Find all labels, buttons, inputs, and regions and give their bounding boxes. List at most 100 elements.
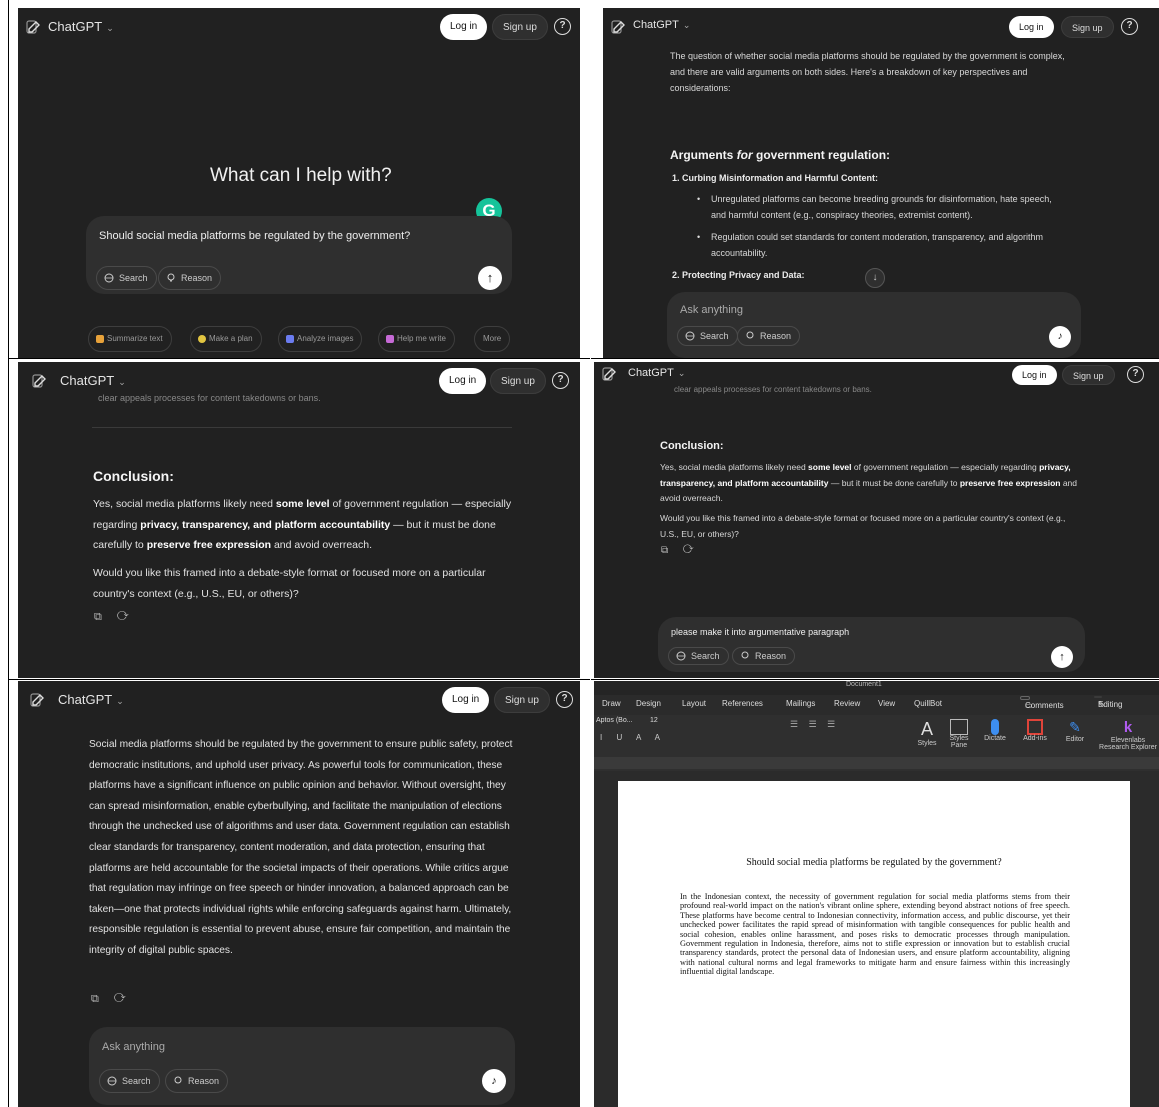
panel-chat-home: ChatGPT ⌄ Log in Sign up ? What can I hel… xyxy=(18,8,580,358)
model-selector[interactable]: ChatGPT ⌄ xyxy=(633,19,690,31)
suggestion-more[interactable]: More xyxy=(474,326,511,352)
followup-question: Would you like this framed into a debate… xyxy=(660,513,1066,539)
editor-button[interactable]: ✎ Editor xyxy=(1060,719,1090,743)
help-icon[interactable]: ? xyxy=(554,18,571,35)
top-bar: ChatGPT ⌄ Log in Sign up ? xyxy=(603,8,1159,48)
formatting-icons[interactable]: I U A A xyxy=(600,733,666,742)
styles-pane-button[interactable]: Styles Pane xyxy=(944,719,974,749)
search-button[interactable]: Search xyxy=(99,1069,160,1093)
new-chat-icon[interactable] xyxy=(32,373,48,389)
cut-off-line: clear appeals processes for content take… xyxy=(98,393,321,403)
composer-input[interactable]: Ask anything xyxy=(680,304,743,316)
suggestion-analyze-images[interactable]: Analyze images xyxy=(278,326,363,352)
editing-button[interactable]: ✎ Editing xyxy=(1094,696,1122,709)
answer-intro: The question of whether social media pla… xyxy=(670,51,1065,93)
send-button[interactable]: ↑ xyxy=(1051,646,1073,668)
tab-quillbot[interactable]: QuillBot xyxy=(914,699,942,708)
composer-input[interactable]: Should social media platforms be regulat… xyxy=(99,230,410,242)
styles-icon: A xyxy=(920,719,933,739)
signup-button[interactable]: Sign up xyxy=(490,368,546,394)
research-explorer-icon: k xyxy=(1123,719,1133,736)
research-explorer-button[interactable]: k Elevenlabs Research Explorer xyxy=(1099,719,1157,751)
grid-line xyxy=(590,0,591,1107)
tab-design[interactable]: Design xyxy=(636,699,661,708)
screenshot-grid: ChatGPT ⌄ Log in Sign up ? What can I hel… xyxy=(0,0,1159,1107)
addins-button[interactable]: Add-ins xyxy=(1018,719,1052,742)
reason-button[interactable]: Reason xyxy=(165,1069,229,1093)
suggestion-plan[interactable]: Make a plan xyxy=(190,326,262,352)
tab-view[interactable]: View xyxy=(878,699,895,708)
dictate-button[interactable]: Dictate xyxy=(980,719,1010,742)
composer[interactable]: Ask anything Search Reason ♪ xyxy=(89,1027,515,1105)
help-icon[interactable]: ? xyxy=(556,691,573,708)
document-title: Should social media platforms be regulat… xyxy=(746,857,1002,868)
new-chat-icon[interactable] xyxy=(602,366,618,382)
search-button[interactable]: Search xyxy=(677,326,738,346)
new-chat-icon[interactable] xyxy=(611,19,627,35)
message-actions[interactable]: ⧉ ⟳ xyxy=(661,545,700,556)
model-selector[interactable]: ChatGPT ⌄ xyxy=(60,373,126,388)
composer-input[interactable]: please make it into argumentative paragr… xyxy=(671,627,849,637)
login-button[interactable]: Log in xyxy=(1012,365,1057,385)
message-actions[interactable]: ⧉ ⟳ xyxy=(91,993,132,1006)
tab-draw[interactable]: Draw xyxy=(602,699,621,708)
microphone-icon xyxy=(991,719,999,735)
login-button[interactable]: Log in xyxy=(1009,16,1054,38)
paragraph-icons[interactable]: ☰ ☰ ☰ xyxy=(790,719,839,730)
login-button[interactable]: Log in xyxy=(442,687,490,713)
model-selector[interactable]: ChatGPT ⌄ xyxy=(48,19,114,34)
signup-button[interactable]: Sign up xyxy=(1061,16,1114,38)
reason-button[interactable]: Reason xyxy=(732,647,796,665)
search-label: Search xyxy=(700,331,729,341)
suggestion-help-write[interactable]: Help me write xyxy=(378,326,455,352)
conclusion-heading: Conclusion: xyxy=(93,468,174,484)
message-actions[interactable]: ⧉ ⟳ xyxy=(94,611,135,624)
composer[interactable]: Ask anything Search Reason ♪ xyxy=(667,292,1081,358)
tab-review[interactable]: Review xyxy=(834,699,860,708)
tab-layout[interactable]: Layout xyxy=(682,699,706,708)
font-name-dropdown[interactable]: Aptos (Bo... xyxy=(596,717,633,724)
model-selector[interactable]: ChatGPT ⌄ xyxy=(58,692,124,707)
divider xyxy=(92,427,512,428)
signup-button[interactable]: Sign up xyxy=(492,14,548,40)
login-button[interactable]: Log in xyxy=(440,14,488,40)
voice-button[interactable]: ♪ xyxy=(482,1069,506,1093)
help-icon[interactable]: ? xyxy=(552,372,569,389)
search-button[interactable]: Search xyxy=(668,647,729,665)
scroll-down-button[interactable]: ↓ xyxy=(865,268,885,288)
lightbulb-icon xyxy=(198,335,206,343)
lightbulb-icon xyxy=(746,331,754,339)
new-chat-icon[interactable] xyxy=(26,19,42,35)
reason-button[interactable]: Reason xyxy=(158,266,222,290)
font-size-dropdown[interactable]: 12 xyxy=(650,717,658,724)
styles-button[interactable]: A Styles xyxy=(912,719,942,747)
new-chat-icon[interactable] xyxy=(30,692,46,708)
suggestion-summarize[interactable]: Summarize text xyxy=(88,326,172,352)
globe-icon xyxy=(107,1076,117,1086)
signup-button[interactable]: Sign up xyxy=(1062,365,1115,385)
voice-button[interactable]: ♪ xyxy=(1049,326,1071,348)
section-heading: Arguments for government regulation: xyxy=(670,148,891,162)
help-icon[interactable]: ? xyxy=(1127,366,1144,383)
signup-button[interactable]: Sign up xyxy=(494,687,550,713)
grid-line xyxy=(8,358,1159,359)
help-icon[interactable]: ? xyxy=(1121,18,1138,35)
tab-mailings[interactable]: Mailings xyxy=(786,699,815,708)
comments-button[interactable]: ▭ Comments xyxy=(1020,696,1064,710)
ruler xyxy=(594,757,1159,769)
login-button[interactable]: Log in xyxy=(439,368,487,394)
composer[interactable]: please make it into argumentative paragr… xyxy=(658,617,1085,672)
model-selector[interactable]: ChatGPT ⌄ xyxy=(628,367,685,379)
composer-input[interactable]: Ask anything xyxy=(102,1041,165,1053)
bullet-2: Regulation could set standards for conte… xyxy=(697,229,1061,261)
reason-button[interactable]: Reason xyxy=(737,326,801,346)
search-button[interactable]: Search xyxy=(96,266,157,290)
send-button[interactable]: ↑ xyxy=(478,266,502,290)
composer[interactable]: Should social media platforms be regulat… xyxy=(86,216,512,294)
title-bar: Document1 xyxy=(594,681,1159,695)
panel-chat-followup: ChatGPT ⌄ Log in Sign up ? clear appeals … xyxy=(594,362,1159,678)
reason-label: Reason xyxy=(181,273,213,283)
grid-line xyxy=(8,679,1159,680)
tab-references[interactable]: References xyxy=(722,699,763,708)
document-body[interactable]: In the Indonesian context, the necessity… xyxy=(680,892,1070,977)
